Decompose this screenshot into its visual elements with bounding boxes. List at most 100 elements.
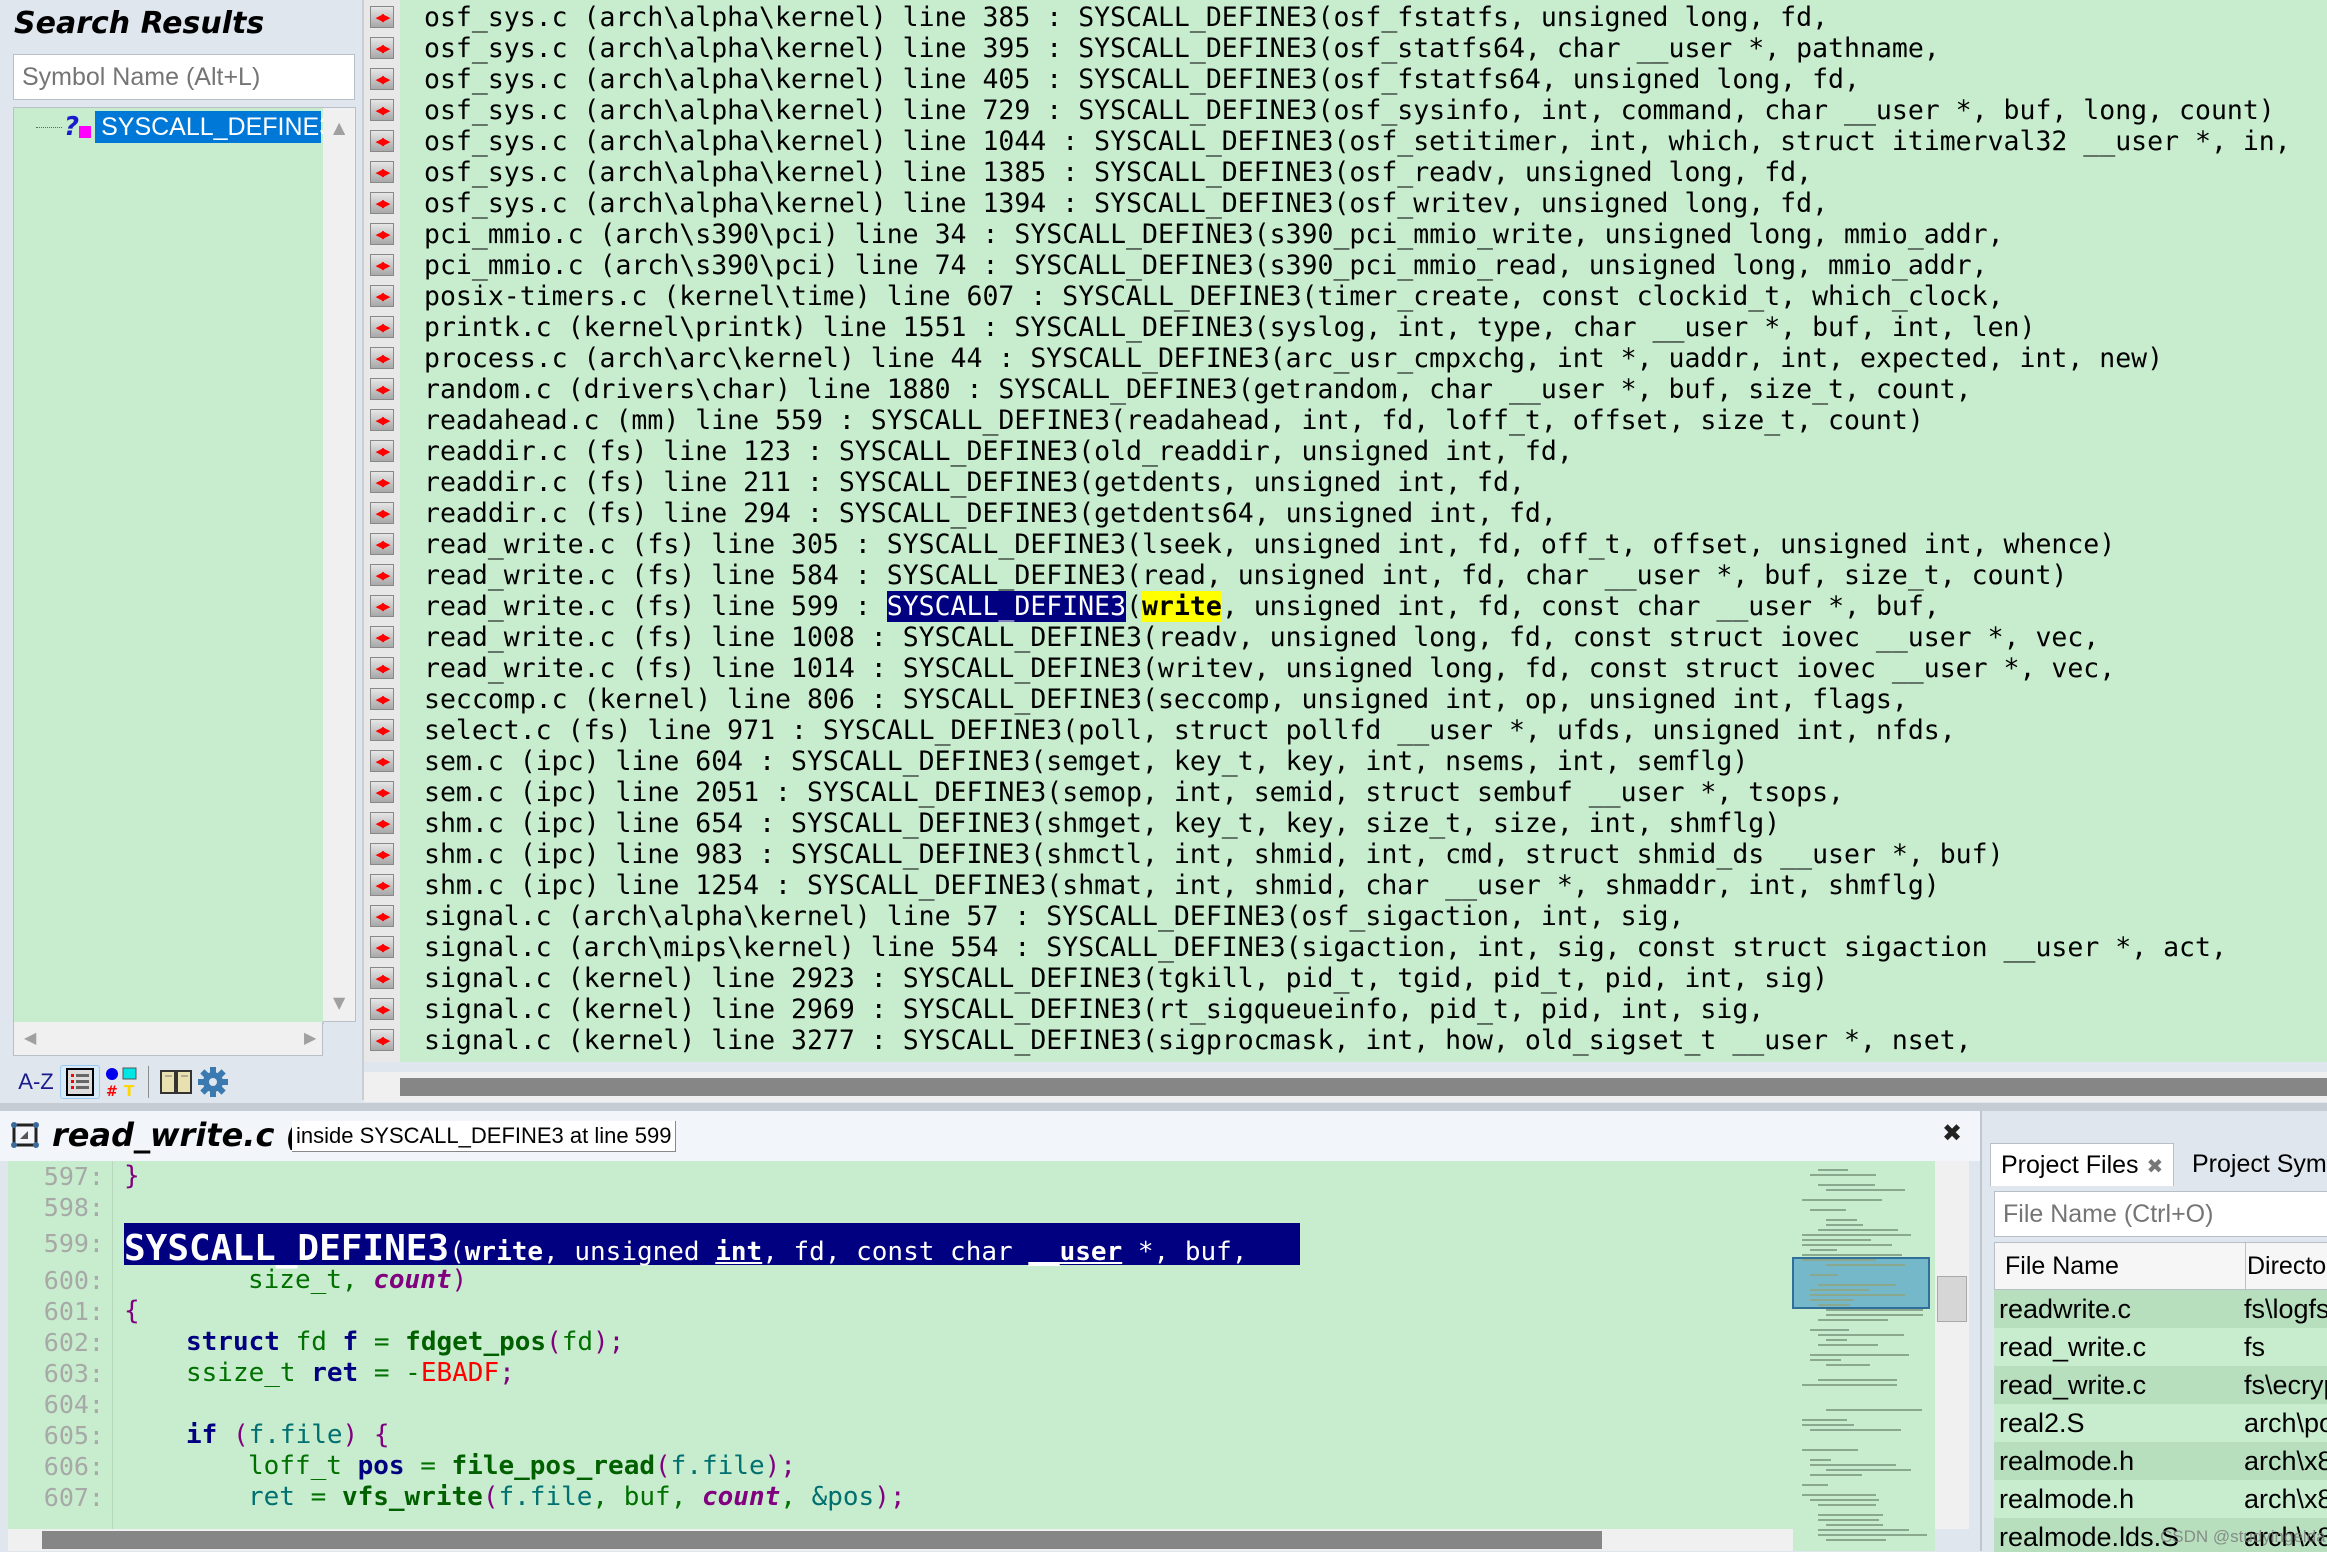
result-text: read_write.c (fs) line 599 : SYSCALL_DEF… [424,591,1940,622]
file-table-row[interactable]: realmode.h arch\x86 [1994,1480,2327,1518]
result-reference-icon[interactable]: ◀▶ [370,843,394,865]
result-reference-icon[interactable]: ◀▶ [370,37,394,59]
result-code: SYSCALL_DEFINE3(read, unsigned int, fd, … [886,560,2068,591]
result-reference-icon[interactable]: ◀▶ [370,99,394,121]
result-reference-icon[interactable]: ◀▶ [370,68,394,90]
result-reference-icon[interactable]: ◀▶ [370,130,394,152]
minimap-line [1802,1484,1829,1486]
pane-splitter[interactable] [0,1103,2327,1111]
scrollbar-thumb[interactable] [400,1078,2327,1096]
minimap-line [1810,1354,1909,1356]
results-horizontal-scrollbar[interactable] [364,1072,2327,1102]
result-code: SYSCALL_DEFINE3(rt_sigqueueinfo, pid_t, … [902,994,1765,1025]
tree-horizontal-scrollbar[interactable]: ◀ ▶ [13,1022,323,1056]
minimap-line [1818,1504,1876,1506]
close-tab-icon[interactable]: ✖ [2147,1156,2164,1178]
minimap-line [1810,1294,1906,1296]
scrollbar-thumb[interactable] [42,1531,1602,1549]
result-reference-icon[interactable]: ◀▶ [370,998,394,1020]
result-directory: arch\alpha\kernel [599,126,871,157]
result-code: SYSCALL_DEFINE3(poll, struct pollfd __us… [822,715,1956,746]
result-reference-icon[interactable]: ◀▶ [370,347,394,369]
result-reference-icon[interactable]: ◀▶ [370,502,394,524]
result-reference-icon[interactable]: ◀▶ [370,1029,394,1051]
result-reference-icon[interactable]: ◀▶ [370,967,394,989]
result-reference-icon[interactable]: ◀▶ [370,285,394,307]
result-reference-icon[interactable]: ◀▶ [370,750,394,772]
scroll-right-arrow-icon[interactable]: ▶ [304,1028,316,1047]
file-table-row[interactable]: realmode.h arch\x86 [1994,1442,2327,1480]
result-code: SYSCALL_DEFINE3(getrandom, char __user *… [998,374,1972,405]
code-editor[interactable]: 597: 598: 599: 600: 601: 602: 603: 604: … [8,1161,1968,1529]
watermark: CSDN @studyingelda [2160,1527,2326,1546]
result-reference-icon[interactable]: ◀▶ [370,378,394,400]
result-reference-icon[interactable]: ◀▶ [370,812,394,834]
code-token: fd [561,1327,594,1357]
tab-project-symbols[interactable]: Project Symbols [2182,1143,2327,1185]
scroll-down-arrow-icon[interactable]: ▼ [333,993,345,1012]
minimap-line [1826,1264,1905,1266]
result-text: shm.c (ipc) line 983 : SYSCALL_DEFINE3(s… [424,839,2004,870]
file-table-row[interactable]: real2.S arch\powerpc [1994,1404,2327,1442]
code-line-603: ssize_t ret = -EBADF; [186,1358,515,1389]
symbol-types-button[interactable]: # T [104,1066,138,1098]
code-token: = [358,1327,406,1357]
editor-horizontal-scrollbar[interactable] [8,1529,1793,1551]
result-reference-icon[interactable]: ◀▶ [370,688,394,710]
result-file: signal.c [424,901,552,932]
minimap-line [1802,1234,1911,1236]
code-minimap[interactable] [1790,1161,1935,1551]
result-reference-icon[interactable]: ◀▶ [370,316,394,338]
scrollbar-thumb[interactable] [1937,1276,1967,1322]
result-reference-icon[interactable]: ◀▶ [370,626,394,648]
column-header-file-name[interactable]: File Name [1995,1243,2246,1289]
result-reference-icon[interactable]: ◀▶ [370,471,394,493]
directory-cell: arch\x86 [2244,1446,2327,1476]
result-line-number: 654 [695,808,744,839]
result-file: osf_sys.c [424,157,568,188]
result-text: osf_sys.c (arch\alpha\kernel) line 385 :… [424,2,1829,33]
result-reference-icon[interactable]: ◀▶ [370,874,394,896]
book-button[interactable] [159,1066,193,1098]
file-table-body: readwrite.c fs\logfs read_write.c fs read_wr… [1994,1290,2327,1552]
result-reference-icon[interactable]: ◀▶ [370,595,394,617]
result-reference-icon[interactable]: ◀▶ [370,192,394,214]
result-reference-icon[interactable]: ◀▶ [370,564,394,586]
result-reference-icon[interactable]: ◀▶ [370,719,394,741]
result-reference-icon[interactable]: ◀▶ [370,254,394,276]
result-reference-icon[interactable]: ◀▶ [370,6,394,28]
tree-item-label: SYSCALL_DEFINE3 [95,111,333,143]
scroll-up-arrow-icon[interactable]: ▲ [333,118,345,137]
minimap-line [1810,1464,1897,1466]
symbol-name-input[interactable] [13,54,355,100]
result-line-number: 554 [950,932,999,963]
settings-button[interactable] [197,1066,229,1098]
close-editor-icon[interactable]: ✖ [1942,1119,1962,1147]
tree-item-syscall-define3[interactable]: ? SYSCALL_DEFINE3 [36,111,333,143]
result-reference-icon[interactable]: ◀▶ [370,781,394,803]
result-reference-icon[interactable]: ◀▶ [370,440,394,462]
result-line-number: 395 [982,33,1031,64]
file-table-row[interactable]: read_write.c fs\ecryptfs [1994,1366,2327,1404]
result-reference-icon[interactable]: ◀▶ [370,657,394,679]
tree-vertical-scrollbar[interactable]: ▲ ▼ [323,107,356,1022]
sort-alpha-button[interactable]: A-Z [16,1066,56,1098]
result-reference-icon[interactable]: ◀▶ [370,533,394,555]
result-reference-icon[interactable]: ◀▶ [370,409,394,431]
file-table-row[interactable]: read_write.c fs [1994,1328,2327,1366]
code-token: fdget_pos [405,1327,547,1357]
result-code: SYSCALL_DEFINE3(osf_setitimer, int, whic… [1094,126,2291,157]
editor-vertical-scrollbar[interactable] [1935,1161,1969,1529]
file-table-row[interactable]: readwrite.c fs\logfs [1994,1290,2327,1328]
result-reference-icon[interactable]: ◀▶ [370,936,394,958]
result-reference-icon[interactable]: ◀▶ [370,905,394,927]
scroll-left-arrow-icon[interactable]: ◀ [24,1028,36,1047]
list-view-button[interactable] [60,1065,100,1099]
column-header-directory[interactable]: Directory [2237,1243,2327,1289]
result-code: SYSCALL_DEFINE3(s390_pci_mmio_write, uns… [1014,219,2004,250]
tab-project-files[interactable]: Project Files ✖ [1990,1143,2175,1186]
file-name-input[interactable] [1994,1191,2327,1237]
result-reference-icon[interactable]: ◀▶ [370,223,394,245]
minimap-line [1826,1224,1864,1226]
result-reference-icon[interactable]: ◀▶ [370,161,394,183]
